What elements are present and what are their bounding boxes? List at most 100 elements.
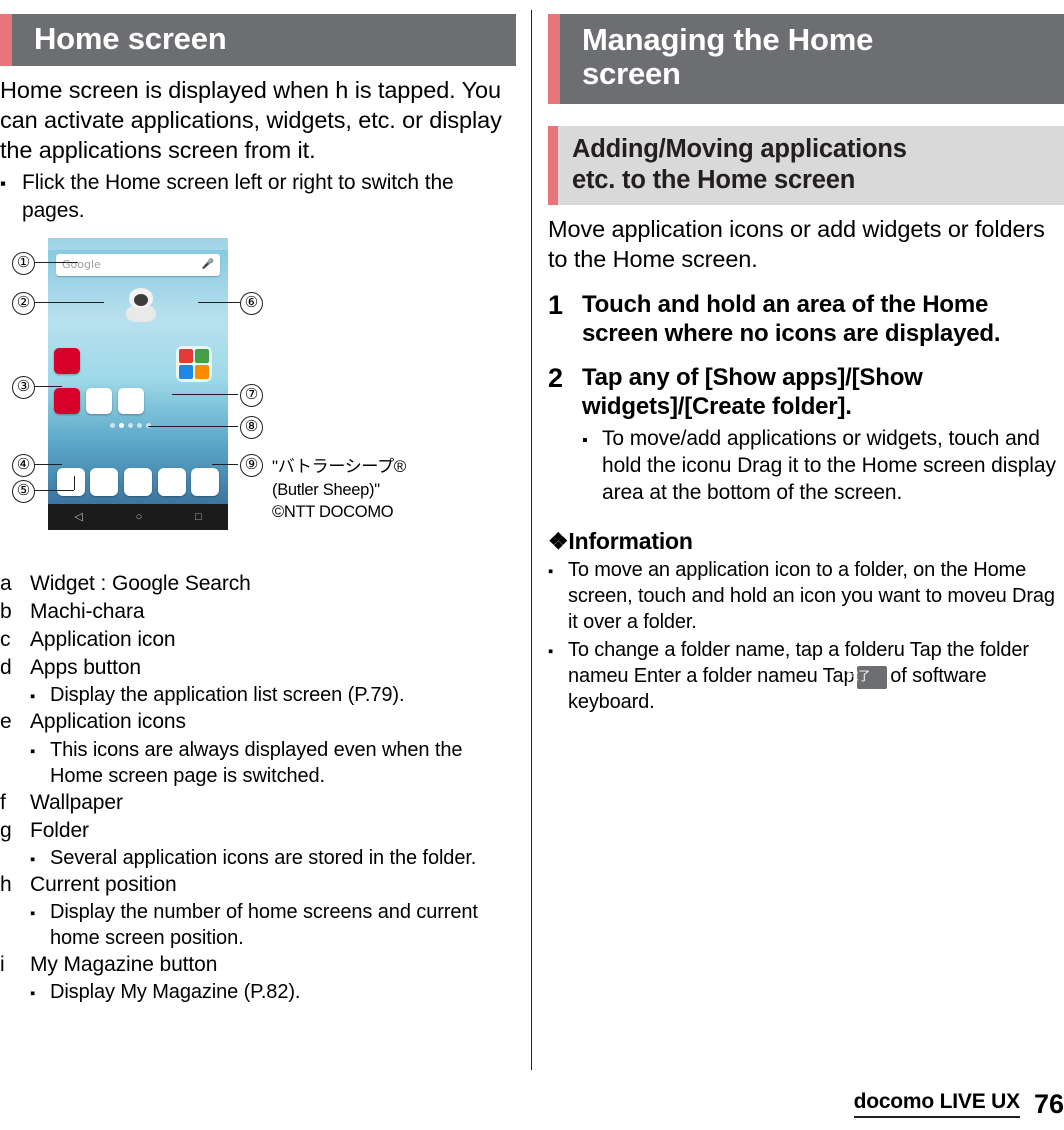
callout-8: ⑧ <box>240 415 263 439</box>
callout-6: ⑥ <box>240 291 263 315</box>
recents-icon: □ <box>194 510 202 523</box>
section-intro: Move application icons or add widgets or… <box>548 216 1045 273</box>
google-search-widget: Google 🎤 <box>56 253 220 276</box>
legend-text: Application icons ▪ This icons are always… <box>30 708 516 788</box>
legend-key: g <box>0 818 12 842</box>
legend-text-main: Folder <box>30 818 89 842</box>
page-dot <box>137 422 142 428</box>
bullet-marker-icon: ▪ <box>582 431 588 449</box>
section-title-line-1: Adding/Moving applications <box>572 135 907 164</box>
app-icon-placeholder <box>86 348 112 374</box>
done-key-icon: 完了 <box>846 666 888 690</box>
page-dot <box>128 422 133 428</box>
legend-note-text: Display the application list screen (P.7… <box>50 684 405 707</box>
legend-item-h: h Current position ▪ Display the number o… <box>0 871 516 951</box>
leader-line-3 <box>34 385 62 388</box>
mail-app-icon <box>123 467 152 496</box>
legend-text-main: Apps button <box>30 656 141 680</box>
my-magazine-button-icon <box>191 467 220 496</box>
app-icon-placeholder <box>118 348 144 374</box>
back-icon: ◁ <box>74 511 83 524</box>
machi-chara-face <box>134 293 148 306</box>
credit-line-3: ©NTT DOCOMO <box>272 503 394 522</box>
home-screen-intro: Home screen is displayed when h is tappe… <box>0 77 502 164</box>
phone-app-icon <box>90 467 119 496</box>
legend-note: ▪ Display My Magazine (P.82). <box>30 979 516 1005</box>
step-number: 1 <box>548 289 564 320</box>
information-item-2: ▪ To change a folder name, tap a folderu … <box>548 637 1064 715</box>
home-screen-figure: Google 🎤 ◁ ○ □ ① ② ③ ④ ⑤ ⑥ ⑦ ⑧ ⑨ "バトラーシー… <box>0 237 516 556</box>
page-footer: docomo LIVE UX 76 <box>853 1089 1064 1119</box>
legend-item-c: c Application icon <box>0 626 516 654</box>
step-1: 1 Touch and hold an area of the Home scr… <box>548 290 1064 349</box>
figure-legend-list: a Widget : Google Search b Machi-chara c… <box>0 570 516 1005</box>
legend-text: My Magazine button ▪ Display My Magazine … <box>30 951 516 1005</box>
figure-credit: "バトラーシープ® (Butler Sheep)" ©NTT DOCOMO <box>272 456 406 523</box>
legend-text-main: My Magazine button <box>30 952 218 976</box>
machi-chara-character <box>122 286 160 324</box>
column-divider <box>531 10 532 1070</box>
page-dot <box>110 422 115 428</box>
legend-item-g: g Folder ▪ Several application icons are … <box>0 817 516 871</box>
app-icon-dmarket <box>54 347 80 374</box>
legend-text-main: Application icons <box>30 710 186 734</box>
leader-line-8 <box>148 425 238 428</box>
legend-text: Apps button ▪ Display the application lis… <box>30 654 516 708</box>
legend-item-e: e Application icons ▪ This icons are alwa… <box>0 708 516 788</box>
callout-3: ③ <box>12 375 35 399</box>
legend-note: ▪ This icons are always displayed even wh… <box>30 737 516 789</box>
apps-button-icon <box>56 467 85 496</box>
bullet-marker-icon: ▪ <box>30 904 36 922</box>
bullet-marker-icon: ▪ <box>30 688 36 706</box>
credit-line-1: "バトラーシープ® <box>272 456 407 476</box>
app-icon-play-store <box>118 387 144 414</box>
legend-item-a: a Widget : Google Search <box>0 570 516 598</box>
bullet-marker-icon: ▪ <box>30 985 36 1003</box>
page-dot-active <box>119 422 124 428</box>
folder-mini-icon <box>195 348 209 363</box>
bullet-marker-icon: ▪ <box>30 850 36 868</box>
leader-line-5v <box>74 475 76 490</box>
folder-mini-icon <box>179 364 193 379</box>
folder-mini-icon <box>195 364 209 379</box>
legend-note-text: Display My Magazine (P.82). <box>50 981 301 1004</box>
credit-line-2: (Butler Sheep)" <box>272 480 380 499</box>
legend-note: ▪ Display the application list screen (P.… <box>30 682 516 708</box>
footer-section-label: docomo LIVE UX <box>853 1090 1020 1118</box>
legend-text: Widget : Google Search <box>30 571 251 595</box>
manual-page: Home screen Home screen is displayed whe… <box>0 0 1064 1130</box>
page-title-home-screen: Home screen <box>0 14 516 67</box>
callout-5: ⑤ <box>12 479 35 503</box>
leader-line-6 <box>198 301 240 304</box>
legend-text: Machi-chara <box>30 600 145 624</box>
phone-status-bar <box>48 237 228 250</box>
information-item-1-text: To move an application icon to a folder,… <box>568 559 1055 634</box>
legend-key: b <box>0 600 12 624</box>
legend-note-text: Several application icons are stored in … <box>50 846 477 869</box>
bullet-marker-icon: ▪ <box>548 563 554 581</box>
legend-key: f <box>0 790 6 814</box>
legend-item-f: f Wallpaper <box>0 789 516 817</box>
browser-app-icon <box>157 467 186 496</box>
step-title: Touch and hold an area of the Home scree… <box>582 290 1001 347</box>
right-column: Managing the Home screen Adding/Moving a… <box>548 14 1064 715</box>
step-title: Tap any of [Show apps]/[Show widgets]/[C… <box>582 364 923 421</box>
microphone-icon: 🎤 <box>201 259 214 271</box>
callout-4: ④ <box>12 453 35 477</box>
legend-key: h <box>0 872 12 896</box>
legend-item-i: i My Magazine button ▪ Display My Magazin… <box>0 951 516 1005</box>
legend-text: Application icon <box>30 628 176 652</box>
leader-line-9 <box>212 463 238 466</box>
legend-note: ▪ Display the number of home screens and … <box>30 899 516 951</box>
footer-page-number: 76 <box>1033 1089 1064 1119</box>
step-2: 2 Tap any of [Show apps]/[Show widgets]/… <box>548 363 1064 506</box>
legend-text-main: Current position <box>30 872 177 896</box>
app-icon-dpoint <box>86 387 112 414</box>
section-title-adding-moving: Adding/Moving applications etc. to the H… <box>548 126 1064 206</box>
bullet-marker-icon: ▪ <box>0 174 6 194</box>
page-title-managing-home-screen: Managing the Home screen <box>548 14 1064 105</box>
home-folder <box>176 345 212 382</box>
legend-key: c <box>0 628 11 652</box>
step-content: Touch and hold an area of the Home scree… <box>582 290 1064 349</box>
callout-2: ② <box>12 291 35 315</box>
